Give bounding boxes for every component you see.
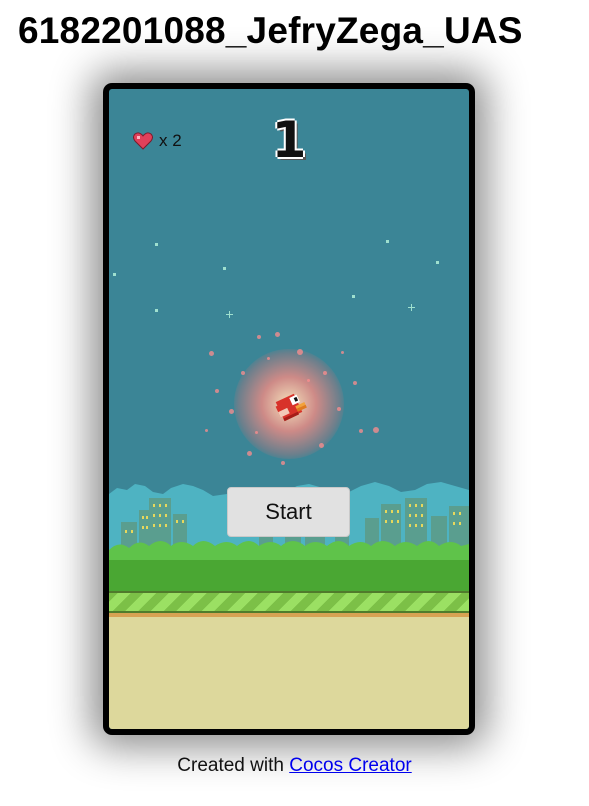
particle <box>205 429 208 432</box>
particle <box>307 379 310 382</box>
footer: Created with Cocos Creator <box>0 755 589 777</box>
ground <box>109 613 469 729</box>
score-display: 1 <box>271 111 307 169</box>
particle <box>373 427 379 433</box>
particle <box>255 431 258 434</box>
particle <box>319 443 324 448</box>
star <box>113 273 116 276</box>
star <box>386 240 389 243</box>
particle <box>281 461 285 465</box>
particle <box>337 407 341 411</box>
particle <box>241 371 245 375</box>
start-button[interactable]: Start <box>227 487 350 537</box>
star <box>352 295 355 298</box>
particle <box>323 371 327 375</box>
star <box>229 311 230 318</box>
ground-stripe <box>109 591 469 613</box>
footer-text: Created with <box>177 755 290 776</box>
particle <box>359 429 363 433</box>
game-frame: x 2 1 Start <box>103 83 475 735</box>
particle <box>353 381 357 385</box>
particle <box>297 349 303 355</box>
particle <box>257 335 261 339</box>
particle <box>215 389 219 393</box>
particle <box>267 357 270 360</box>
star <box>411 304 412 311</box>
particle <box>209 351 214 356</box>
star <box>223 267 226 270</box>
particle <box>247 451 252 456</box>
page-title: 6182201088_JefryZega_UAS <box>18 10 523 51</box>
cocos-creator-link[interactable]: Cocos Creator <box>289 755 412 776</box>
bird-sprite <box>275 393 307 422</box>
particle <box>229 409 234 414</box>
game-canvas[interactable]: x 2 1 Start <box>109 89 469 729</box>
star <box>436 261 439 264</box>
star <box>155 243 158 246</box>
particle <box>275 332 280 337</box>
star <box>155 309 158 312</box>
ground-edge <box>109 613 469 617</box>
particle <box>341 351 344 354</box>
